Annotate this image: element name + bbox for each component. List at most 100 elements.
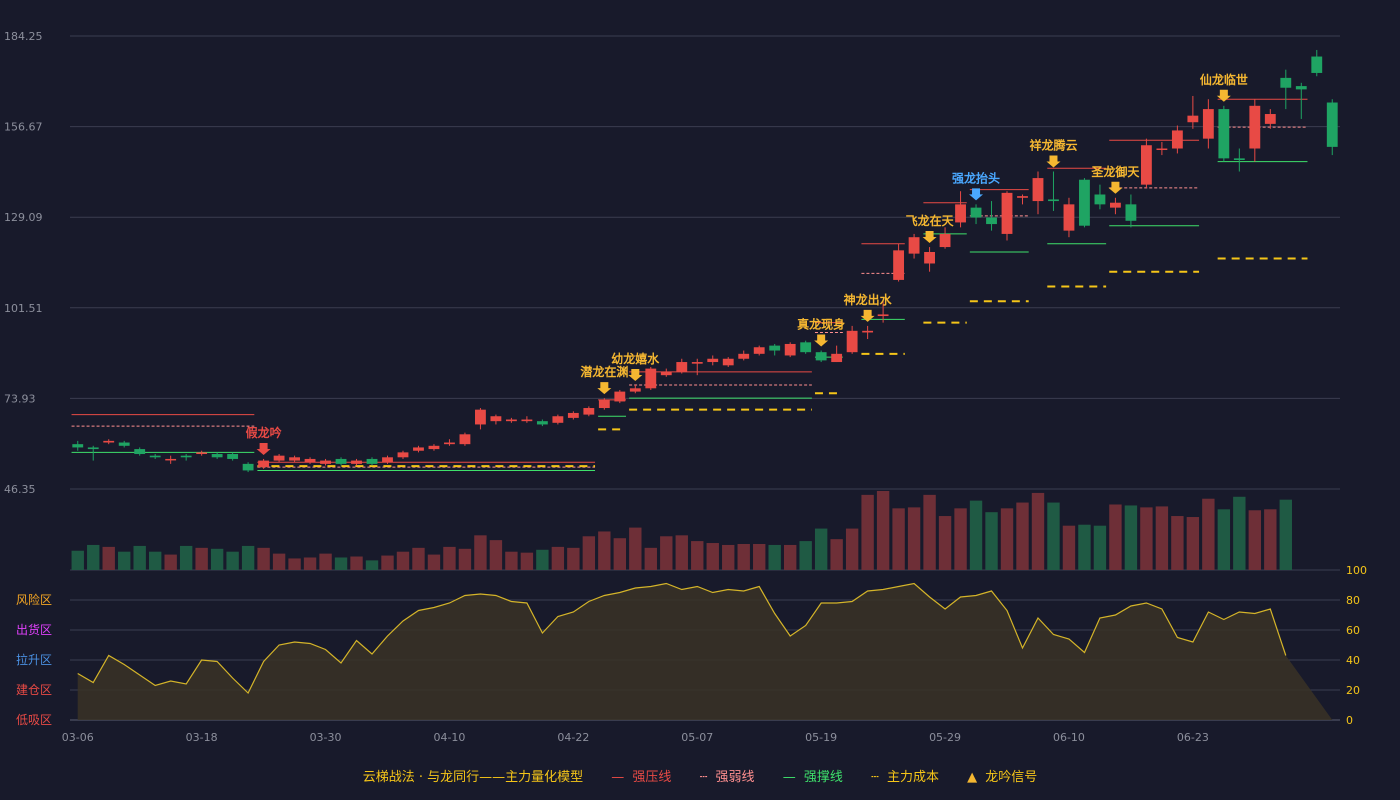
legend-symbol: — — [611, 770, 625, 785]
signal-label: 强龙抬头 — [952, 170, 1000, 185]
volume-bar — [365, 560, 379, 570]
candle-body — [134, 449, 146, 455]
volume-bar — [381, 555, 394, 570]
candle-body — [320, 460, 331, 464]
legend-symbol: ┄ — [699, 770, 708, 785]
volume-bar — [985, 512, 998, 570]
candle-body — [1264, 114, 1276, 124]
volume-bar — [1202, 498, 1215, 570]
volume-bar — [783, 544, 797, 570]
volume-bar — [1233, 496, 1246, 570]
candle-body — [444, 442, 455, 445]
price-tick-label: 156.67 — [4, 121, 43, 134]
signal-label: 假龙吟 — [246, 425, 282, 440]
volume-bar — [133, 545, 146, 570]
volume-bar — [87, 544, 100, 570]
signal-arrow — [628, 369, 643, 382]
candle-body — [1140, 145, 1152, 185]
signal-label: 祥龙腾云 — [1029, 138, 1077, 153]
candle-body — [1156, 148, 1168, 151]
candle-body — [227, 454, 239, 459]
legend: 云梯战法 · 与龙同行——主力量化模型 — 强压线 ┄ 强弱线 — 强撑线 ┄ … — [0, 766, 1400, 785]
candle-body — [1110, 202, 1121, 208]
candle-body — [180, 455, 192, 458]
legend-label: 龙吟信号 — [985, 770, 1038, 785]
candle-body — [1017, 196, 1028, 198]
candle-body — [1048, 199, 1059, 202]
legend-label: 主力成本 — [886, 770, 939, 785]
legend-item-strong-support[interactable]: — 强撑线 — [783, 766, 843, 785]
volume-bar — [845, 528, 859, 570]
legend-item-dragon-signal[interactable]: ▲ 龙吟信号 — [967, 766, 1037, 785]
strong-lines — [71, 98, 1308, 471]
volume-bar — [319, 553, 332, 570]
candle-body — [459, 434, 471, 445]
osc-tick-label: 80 — [1346, 594, 1360, 607]
candle-body — [1233, 158, 1245, 161]
candle-body — [536, 421, 548, 425]
date-tick-label: 06-10 — [1053, 731, 1085, 744]
volume-bar — [1093, 525, 1107, 570]
volume-bar — [861, 494, 874, 570]
volume-bar — [536, 549, 549, 570]
signal-label: 真龙现身 — [797, 317, 845, 332]
candle-body — [273, 455, 285, 461]
osc-tick-label: 40 — [1346, 654, 1360, 667]
date-tick-label: 03-18 — [186, 731, 218, 744]
volume-bar — [923, 494, 936, 570]
candle-body — [258, 460, 270, 468]
volume-bar — [660, 536, 673, 570]
candle-body — [1311, 56, 1323, 73]
candle-body — [382, 457, 393, 463]
volume-bar — [1000, 508, 1014, 570]
legend-item-strong-pressure[interactable]: — 强压线 — [611, 766, 671, 785]
candle-body — [1249, 105, 1261, 149]
signal-label: 圣龙御天 — [1090, 164, 1140, 179]
candle-body — [1202, 109, 1214, 139]
volume-bar — [799, 541, 812, 570]
candle-body — [800, 342, 812, 353]
volume-bar — [675, 535, 688, 570]
volume-bar — [1171, 516, 1184, 570]
volume-bar — [241, 545, 255, 570]
legend-title: 云梯战法 · 与龙同行——主力量化模型 — [362, 770, 584, 785]
candle-body — [815, 352, 827, 361]
volume-bar — [969, 500, 983, 570]
volume-bar — [1078, 524, 1091, 570]
candle-body — [722, 358, 734, 366]
volume-bar — [629, 527, 642, 570]
volume-bar — [567, 547, 580, 570]
candle-body — [1295, 86, 1307, 90]
volume-bar — [164, 554, 177, 570]
signal-arrow — [1046, 155, 1061, 168]
legend-item-strong-weak[interactable]: ┄ 强弱线 — [700, 766, 755, 785]
candle-body — [1032, 178, 1044, 202]
volume-bar — [1062, 525, 1076, 570]
volume-bar — [288, 558, 301, 570]
legend-label: 强压线 — [632, 770, 672, 785]
candle-body — [862, 330, 874, 333]
signal-arrow — [256, 442, 271, 455]
date-tick-label: 03-30 — [310, 731, 342, 744]
candle-body — [645, 368, 657, 389]
candle-body — [165, 458, 177, 461]
candle-body — [304, 458, 316, 463]
volume-bar — [551, 546, 565, 570]
date-tick-label: 06-23 — [1177, 731, 1209, 744]
candle-body — [986, 217, 997, 225]
signal-arrow — [1108, 181, 1123, 194]
legend-item-main-cost[interactable]: ┄ 主力成本 — [871, 766, 939, 785]
date-tick-label: 05-19 — [805, 731, 837, 744]
volume-bar — [598, 531, 611, 570]
candle-body — [428, 445, 440, 450]
volume-bar — [1140, 507, 1153, 570]
volume-bar — [443, 546, 456, 570]
candle-body — [242, 463, 254, 471]
volume-bar — [118, 551, 131, 570]
osc-tick-label: 0 — [1346, 714, 1353, 727]
date-tick-label: 04-22 — [557, 731, 589, 744]
volume-bar — [396, 551, 410, 570]
volume-bar — [644, 547, 657, 570]
volume-bar — [102, 546, 115, 570]
signal-label: 飞龙在天 — [906, 213, 955, 228]
